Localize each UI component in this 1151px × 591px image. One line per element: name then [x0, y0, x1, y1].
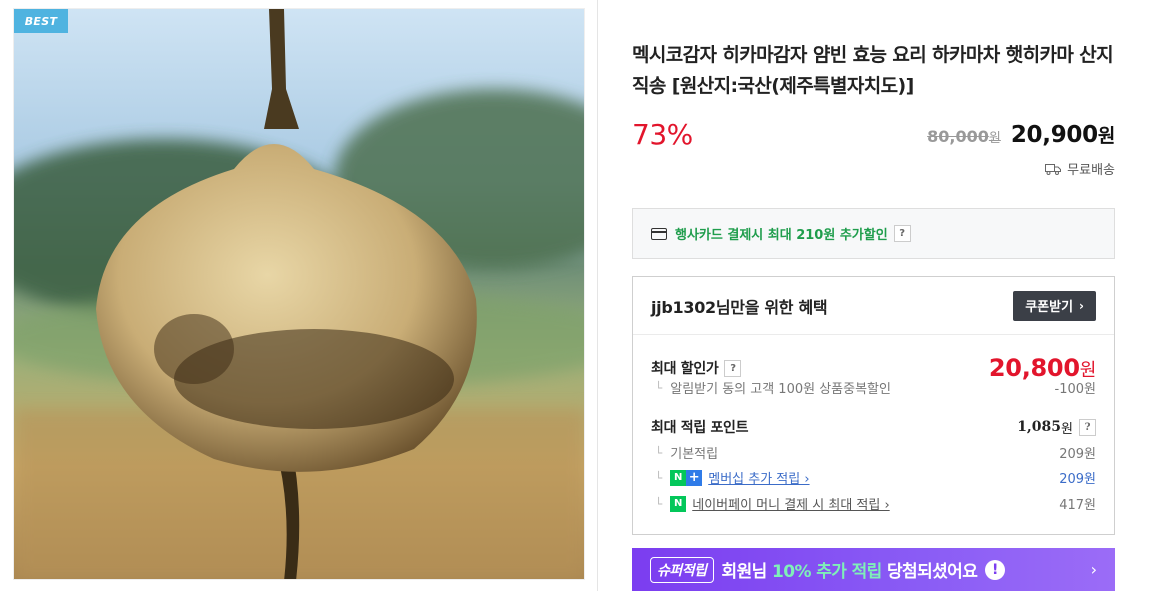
benefit-title: jjb1302님만을 위한 혜택: [651, 297, 828, 317]
credit-card-icon: [651, 227, 667, 240]
benefit-header: jjb1302님만을 위한 혜택 쿠폰받기 ›: [633, 277, 1114, 335]
help-icon[interactable]: ?: [893, 225, 911, 242]
shipping-info: 무료배송: [1045, 159, 1115, 178]
points-item-value: 209원: [1059, 472, 1096, 487]
best-badge: BEST: [14, 9, 68, 33]
sale-price: 20,900원: [1010, 122, 1115, 148]
points-item-label: 기본적립: [670, 447, 719, 462]
points-item-row: └ N 네이버페이 머니 결제 시 최대 적립 › 417원: [651, 494, 1096, 513]
product-image[interactable]: BEST: [13, 8, 585, 580]
points-item-value: 417원: [1059, 498, 1096, 513]
info-icon[interactable]: !: [985, 559, 1006, 580]
price-row: 80,000원 20,900원: [927, 121, 1115, 148]
branch-icon: └: [655, 470, 663, 485]
coupon-button[interactable]: 쿠폰받기 ›: [1013, 290, 1096, 321]
max-points-label: 최대 적립 포인트: [651, 420, 749, 436]
max-points-value: 1,085 원?: [1017, 418, 1096, 437]
points-item-row: └ 기본적립 209원: [651, 443, 1096, 463]
branch-icon: └: [655, 496, 663, 511]
max-discount-label: 최대 할인가: [651, 361, 719, 377]
card-promo-text: 행사카드 결제시 최대 210원 추가할인: [675, 228, 888, 243]
discount-rate: 73%: [632, 118, 693, 151]
jicama-photo: [14, 9, 584, 579]
branch-icon: └: [655, 445, 663, 460]
help-icon[interactable]: ?: [724, 359, 742, 377]
coupon-button-label: 쿠폰받기: [1025, 300, 1074, 315]
truck-icon: [1045, 163, 1062, 175]
max-points-row: 최대 적립 포인트 1,085 원?: [651, 417, 1096, 437]
column-divider: [597, 0, 598, 591]
naverpay-points-link[interactable]: 네이버페이 머니 결제 시 최대 적립 ›: [692, 494, 889, 513]
branch-icon: └: [655, 380, 663, 395]
super-points-banner[interactable]: 슈퍼적립 회원님 10% 추가 적립 당첨되셨어요 ! ›: [632, 548, 1115, 591]
help-icon[interactable]: ?: [1079, 418, 1096, 436]
product-title: 멕시코감자 히카마감자 얌빈 효능 요리 하카마차 햇히카마 산지직송 [원산지…: [632, 44, 1114, 97]
original-price: 80,000원: [927, 127, 1001, 146]
card-promo[interactable]: 행사카드 결제시 최대 210원 추가할인 ?: [632, 208, 1115, 259]
membership-points-link[interactable]: 멤버십 추가 적립 ›: [708, 468, 809, 487]
naver-membership-badge-icon: N +: [670, 469, 703, 486]
max-discount-sub-label: 알림받기 동의 고객 100원 상품중복할인: [670, 382, 891, 397]
max-discount-sub-value: -100원: [1054, 382, 1096, 397]
chevron-right-icon: ›: [1090, 560, 1097, 579]
shipping-label: 무료배송: [1067, 163, 1115, 178]
points-item-row: └ N + 멤버십 추가 적립 › 209원: [651, 468, 1096, 487]
points-item-value: 209원: [1059, 447, 1096, 462]
benefit-panel: jjb1302님만을 위한 혜택 쿠폰받기 › 최대 할인가 ? 20,800원…: [632, 276, 1115, 535]
super-points-tag: 슈퍼적립: [650, 556, 714, 583]
naver-pay-badge-icon: N: [670, 495, 687, 512]
super-points-text: 회원님 10% 추가 적립 당첨되셨어요: [721, 562, 978, 582]
max-discount-sub-row: └ 알림받기 동의 고객 100원 상품중복할인 -100원: [651, 378, 1096, 398]
chevron-right-icon: ›: [1079, 298, 1084, 313]
